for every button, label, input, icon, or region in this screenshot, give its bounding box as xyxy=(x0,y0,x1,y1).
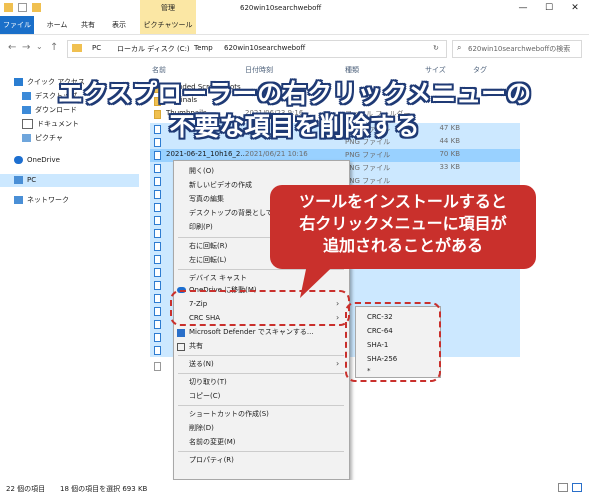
breadcrumb-local-disk[interactable]: ローカル ディスク (C:) xyxy=(117,44,190,54)
window-title: 620win10searchweboff xyxy=(240,4,322,12)
menu-item-defender-scan[interactable]: Microsoft Defender でスキャンする... xyxy=(189,326,314,339)
text-file-icon xyxy=(154,362,161,371)
column-tag[interactable]: タグ xyxy=(473,65,487,75)
column-type[interactable]: 種類 xyxy=(345,65,359,75)
search-icon: ⌕ xyxy=(457,43,462,52)
menu-item-delete[interactable]: 削除(D) xyxy=(189,422,214,435)
file-type: PNG ファイル xyxy=(345,151,391,159)
tab-picture-tools[interactable]: ピクチャツール xyxy=(140,16,196,34)
image-file-icon xyxy=(154,346,161,355)
image-file-icon xyxy=(154,255,161,264)
image-file-icon xyxy=(154,203,161,212)
tab-share[interactable]: 共有 xyxy=(76,16,100,34)
menu-separator xyxy=(178,405,344,406)
tab-view[interactable]: 表示 xyxy=(106,16,132,34)
share-icon xyxy=(177,343,185,351)
menu-separator xyxy=(178,373,344,374)
computer-icon xyxy=(14,176,23,184)
maximize-button[interactable]: ☐ xyxy=(536,0,562,16)
menu-item-copy[interactable]: コピー(C) xyxy=(189,390,220,403)
tab-home[interactable]: ホーム xyxy=(42,16,72,34)
nav-onedrive[interactable]: OneDrive xyxy=(14,154,60,166)
refresh-icon[interactable]: ↻ xyxy=(433,44,439,52)
menu-item-print[interactable]: 印刷(P) xyxy=(189,221,213,234)
nav-label: ネットワーク xyxy=(27,196,69,204)
menu-item-rotate-left[interactable]: 左に回転(L) xyxy=(189,254,226,267)
nav-pc[interactable]: PC xyxy=(0,174,139,187)
large-icons-view-icon[interactable] xyxy=(572,483,582,492)
column-size[interactable]: サイズ xyxy=(425,65,446,75)
manage-tab[interactable]: 管理 xyxy=(140,0,196,16)
minimize-button[interactable]: — xyxy=(510,0,536,16)
image-file-icon xyxy=(154,190,161,199)
search-placeholder: 620win10searchweboffの検索 xyxy=(468,45,571,53)
image-file-icon xyxy=(154,320,161,329)
menu-item-cut[interactable]: 切り取り(T) xyxy=(189,376,227,389)
status-bar: 22 個の項目 18 個の項目を選択 693 KB xyxy=(0,480,589,496)
breadcrumb-temp[interactable]: Temp xyxy=(194,44,213,52)
image-file-icon xyxy=(154,333,161,342)
image-file-icon xyxy=(154,294,161,303)
menu-item-rotate-right[interactable]: 右に回転(R) xyxy=(189,240,227,253)
callout-line-1: ツールをインストールすると xyxy=(299,194,507,211)
details-view-icon[interactable] xyxy=(558,483,568,492)
nav-network[interactable]: ネットワーク xyxy=(14,194,69,206)
ribbon-tabs: ファイル ホーム 共有 表示 ピクチャツール xyxy=(0,16,589,35)
nav-label: PC xyxy=(27,176,37,184)
menu-item-edit-photo[interactable]: 写真の編集 xyxy=(189,193,224,206)
menu-item-properties[interactable]: プロパティ(R) xyxy=(189,454,234,467)
image-file-icon xyxy=(154,229,161,238)
image-file-icon xyxy=(154,307,161,316)
menu-separator xyxy=(178,451,344,452)
headline-line-1: エクスプローラーの右クリックメニューの xyxy=(57,80,532,108)
callout-box: ツールをインストールすると 右クリックメニューに項目が 追加されることがある xyxy=(270,185,536,269)
close-button[interactable]: ✕ xyxy=(562,0,588,16)
column-name[interactable]: 名前 xyxy=(152,65,166,75)
headline-line-2: 不要な項目を削除する xyxy=(169,113,420,141)
image-file-icon xyxy=(154,177,161,186)
cloud-icon xyxy=(14,156,23,164)
image-file-icon xyxy=(154,216,161,225)
item-count: 22 個の項目 xyxy=(6,485,46,493)
menu-item-open[interactable]: 開く(O) xyxy=(189,165,214,178)
submenu-arrow-icon: › xyxy=(336,359,340,368)
file-type: PNG ファイル xyxy=(345,164,391,172)
callout-line-2: 右クリックメニューに項目が xyxy=(299,216,507,233)
title-bar: 管理 620win10searchweboff — ☐ ✕ xyxy=(0,0,589,16)
up-icon[interactable]: ↑ xyxy=(50,42,58,53)
folder-icon xyxy=(4,3,13,12)
new-folder-icon[interactable] xyxy=(32,3,41,12)
tab-file[interactable]: ファイル xyxy=(0,16,34,34)
image-file-icon xyxy=(154,151,161,160)
properties-icon[interactable] xyxy=(18,3,27,12)
menu-item-share[interactable]: 共有 xyxy=(189,340,203,353)
selection-info: 18 個の項目を選択 693 KB xyxy=(60,485,148,493)
image-file-icon xyxy=(154,242,161,251)
menu-item-send-to[interactable]: 送る(N) xyxy=(189,358,214,371)
callout-line-3: 追加されることがある xyxy=(322,238,483,255)
file-name: 2021-06-21_10h16_2... xyxy=(166,150,248,158)
menu-separator xyxy=(178,355,344,356)
file-date: 2021/06/21 10:16 xyxy=(245,150,308,158)
shield-icon xyxy=(177,329,185,337)
forward-icon[interactable]: → xyxy=(22,42,30,53)
menu-item-rename[interactable]: 名前の変更(M) xyxy=(189,436,236,449)
file-size: 70 KB xyxy=(439,150,460,158)
image-file-icon xyxy=(154,268,161,277)
address-folder-icon xyxy=(72,44,82,52)
network-icon xyxy=(14,196,23,204)
chevron-down-icon[interactable]: ⌄ xyxy=(36,42,43,51)
file-size: 33 KB xyxy=(439,163,460,171)
breadcrumb-pc[interactable]: PC xyxy=(92,44,101,52)
menu-item-new-video[interactable]: 新しいビデオの作成 xyxy=(189,179,252,192)
nav-label: OneDrive xyxy=(27,156,60,164)
menu-item-create-shortcut[interactable]: ショートカットの作成(S) xyxy=(189,408,269,421)
column-date[interactable]: 日付時刻 xyxy=(245,65,273,75)
highlight-submenu xyxy=(345,302,441,382)
column-headers: 名前 日付時刻 種類 サイズ タグ xyxy=(150,65,589,77)
back-icon[interactable]: ← xyxy=(8,42,16,53)
image-file-icon xyxy=(154,164,161,173)
image-file-icon xyxy=(154,281,161,290)
breadcrumb-folder[interactable]: 620win10searchweboff xyxy=(224,44,305,52)
